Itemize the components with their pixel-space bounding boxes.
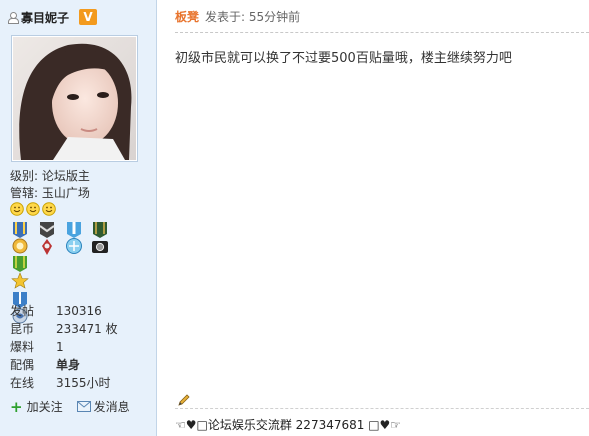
- mail-icon: [76, 401, 91, 412]
- signature: ☜♥□论坛娱乐交流群 227347681 □♥☞: [175, 418, 402, 432]
- medal-icon[interactable]: [89, 222, 111, 256]
- verified-badge-icon: V: [79, 9, 98, 25]
- smiley-icon: [10, 202, 24, 216]
- username[interactable]: 寡目妮子: [21, 9, 69, 26]
- message-button[interactable]: 发消息: [76, 398, 130, 415]
- medal-icon[interactable]: [63, 222, 85, 256]
- avatar[interactable]: [11, 35, 138, 162]
- smiley-icon: [26, 202, 40, 216]
- follow-label: 加关注: [26, 400, 63, 414]
- user-actions: + 加关注 发消息: [10, 398, 144, 415]
- pencil-icon: [178, 394, 190, 406]
- medal-icon[interactable]: [9, 222, 31, 256]
- user-sidebar: 寡目妮子 V 级别: 论坛版主 管辖: 玉山广场 发帖 130316 昆币 23…: [0, 0, 157, 436]
- follow-button[interactable]: + 加关注: [10, 398, 63, 415]
- divider: [175, 32, 589, 33]
- signature-divider: [175, 408, 589, 409]
- rank-smileys: [10, 202, 56, 216]
- stat-posts: 发帖 130316: [10, 304, 102, 318]
- user-icon: [8, 11, 19, 24]
- manage-label: 管辖:: [10, 186, 39, 200]
- stat-reports: 爆料 1: [10, 340, 64, 354]
- post-time: 发表于: 55分钟前: [205, 10, 301, 24]
- post-content: 初级市民就可以换了不过要500百贴量哦，楼主继续努力吧: [175, 51, 512, 66]
- stat-online: 在线 3155小时: [10, 376, 111, 390]
- medal-icon[interactable]: [9, 256, 31, 290]
- username-row: 寡目妮子 V: [8, 8, 98, 26]
- plus-icon: +: [10, 397, 23, 416]
- level-value: 论坛版主: [41, 169, 90, 183]
- manage-value: 玉山广场: [41, 186, 90, 200]
- medal-icon[interactable]: [36, 222, 58, 256]
- post-author[interactable]: 板凳: [175, 10, 199, 24]
- avatar-photo: [13, 37, 136, 160]
- stat-spouse: 配偶 单身: [10, 358, 81, 372]
- post-main: 板凳 发表于: 55分钟前 初级市民就可以换了不过要500百贴量哦，楼主继续努力吧…: [157, 0, 589, 436]
- user-info: 级别: 论坛版主 管辖: 玉山广场: [10, 168, 90, 202]
- smiley-icon: [42, 202, 56, 216]
- stat-coins: 昆币 233471 枚: [10, 322, 118, 336]
- level-label: 级别:: [10, 169, 39, 183]
- user-stats: 发帖 130316 昆币 233471 枚 爆料 1 配偶 单身 在线 3155小时: [10, 302, 118, 392]
- message-label: 发消息: [93, 400, 130, 414]
- post-header: 板凳 发表于: 55分钟前: [175, 8, 300, 26]
